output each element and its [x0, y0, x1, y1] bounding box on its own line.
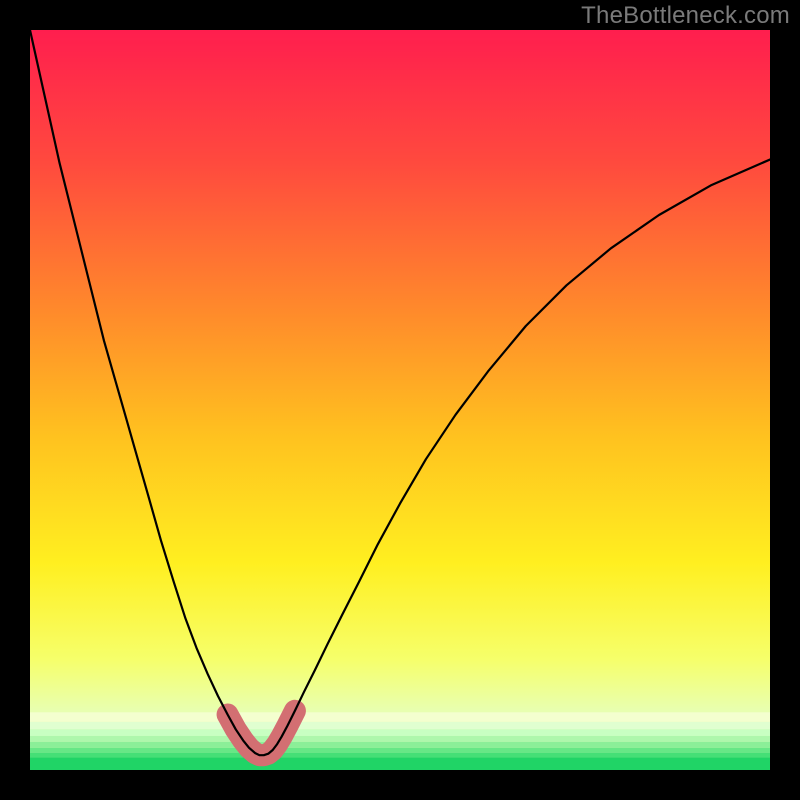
bottleneck-chart-svg	[30, 30, 770, 770]
bottom-bands	[30, 712, 770, 770]
gradient-background	[30, 30, 770, 770]
watermark-text: TheBottleneck.com	[581, 2, 790, 30]
chart-area	[30, 30, 770, 770]
